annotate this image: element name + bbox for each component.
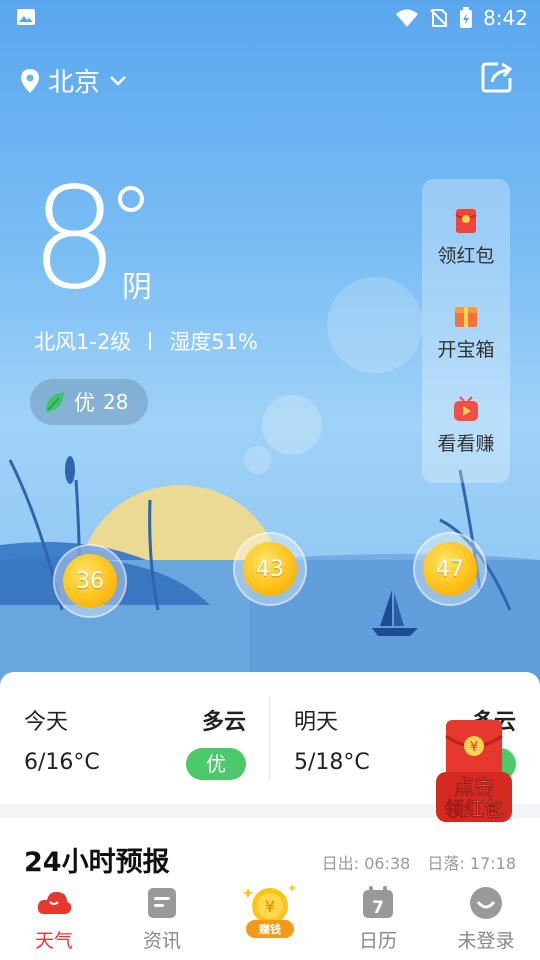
- side-item-label: 开宝箱: [437, 339, 495, 361]
- status-bar: 8:42: [0, 0, 540, 36]
- aqi-badge[interactable]: 优 28: [30, 379, 148, 425]
- day-name: 今天: [24, 710, 69, 735]
- side-item-red-envelope[interactable]: 领红包: [422, 207, 510, 268]
- temp-range: 5/18°C: [294, 750, 370, 775]
- quality-badge: 优: [186, 748, 246, 780]
- side-item-watch-earn[interactable]: 看看赚: [422, 395, 510, 456]
- calendar-day: 7: [372, 898, 384, 918]
- tab-label: 未登录: [457, 930, 515, 952]
- red-envelope-promo-icon: ¥ 点击 领红包: [436, 720, 512, 822]
- leaf-icon: [46, 392, 64, 412]
- tab-profile[interactable]: 未登录: [432, 886, 540, 953]
- wind-text: 北风1-2级: [34, 330, 132, 354]
- sunrise-time: 日出: 06:38: [321, 854, 411, 873]
- chevron-down-icon: [110, 75, 126, 86]
- news-icon: [148, 888, 176, 918]
- forecast-today[interactable]: 今天 多云 6/16°C 优: [0, 672, 270, 804]
- tab-calendar[interactable]: 7 日历: [324, 886, 432, 953]
- coin-value: 47: [423, 542, 477, 596]
- share-icon[interactable]: [480, 60, 514, 94]
- day-name: 明天: [294, 710, 339, 735]
- humidity-text: 湿度51%: [169, 330, 258, 354]
- side-menu: 领红包 开宝箱 看看赚: [422, 179, 510, 483]
- wind-humidity: 北风1-2级 湿度51%: [34, 326, 258, 356]
- user-avatar-icon: [470, 887, 502, 919]
- weather-hero: 8:42 北京 8 阴 北风1-2级 湿度51% 优 28 领红包 开宝箱 看看…: [0, 0, 540, 700]
- bottom-tab-bar: 天气 资讯 ¥ 赚钱 7 日历 未登录: [0, 880, 540, 960]
- battery-charging-icon: [460, 7, 473, 28]
- tab-label: 天气: [34, 930, 73, 952]
- no-sim-icon: [430, 9, 448, 27]
- svg-text:¥: ¥: [470, 740, 478, 755]
- degree-symbol: [118, 186, 144, 212]
- gallery-icon: [17, 9, 35, 25]
- aqi-value: 28: [103, 390, 129, 414]
- coin-icon: ¥ 赚钱: [242, 884, 296, 938]
- temp-range: 6/16°C: [24, 750, 100, 775]
- wifi-icon: [396, 9, 419, 27]
- treasure-box-icon: [455, 307, 477, 327]
- day-weather: 多云: [201, 710, 246, 735]
- tab-label: 资讯: [142, 930, 181, 952]
- city-name: 北京: [48, 68, 101, 98]
- sunset-time: 日落: 17:18: [427, 854, 516, 873]
- calendar-icon: 7: [363, 886, 393, 918]
- separator: [149, 332, 152, 350]
- promo-line2: 领红包: [444, 797, 504, 821]
- header: 北京: [0, 56, 540, 100]
- tab-weather[interactable]: 天气: [0, 886, 108, 953]
- current-temperature: 8: [30, 158, 119, 321]
- tab-news[interactable]: 资讯: [108, 886, 216, 953]
- location-pin-icon: [21, 68, 39, 93]
- hourly-title: 24小时预报: [24, 847, 170, 878]
- red-envelope-promo[interactable]: ¥ 点击 领红包: [436, 720, 512, 824]
- video-play-icon: [454, 396, 478, 421]
- current-condition: 阴: [122, 270, 152, 305]
- city-selector[interactable]: 北京: [20, 62, 128, 99]
- weather-cloud-icon: [37, 891, 72, 914]
- side-item-treasure-box[interactable]: 开宝箱: [422, 301, 510, 362]
- tab-label: 赚钱: [258, 922, 281, 936]
- coin-value: 36: [63, 554, 117, 608]
- status-time: 8:42: [483, 6, 528, 30]
- red-envelope-icon: [455, 209, 477, 233]
- coin-bubble[interactable]: 47: [413, 532, 487, 606]
- tab-earn[interactable]: ¥ 赚钱: [216, 880, 324, 940]
- aqi-label: 优: [74, 391, 95, 415]
- coin-bubble[interactable]: 36: [53, 544, 127, 618]
- coin-value: 43: [243, 542, 297, 596]
- tab-label: 日历: [358, 930, 397, 952]
- side-item-label: 看看赚: [437, 433, 495, 455]
- side-item-label: 领红包: [437, 245, 495, 267]
- coin-bubble[interactable]: 43: [233, 532, 307, 606]
- svg-text:¥: ¥: [265, 897, 275, 916]
- promo-line1: 点击: [454, 775, 494, 799]
- sun-times: 日出: 06:38 日落: 17:18: [310, 850, 516, 874]
